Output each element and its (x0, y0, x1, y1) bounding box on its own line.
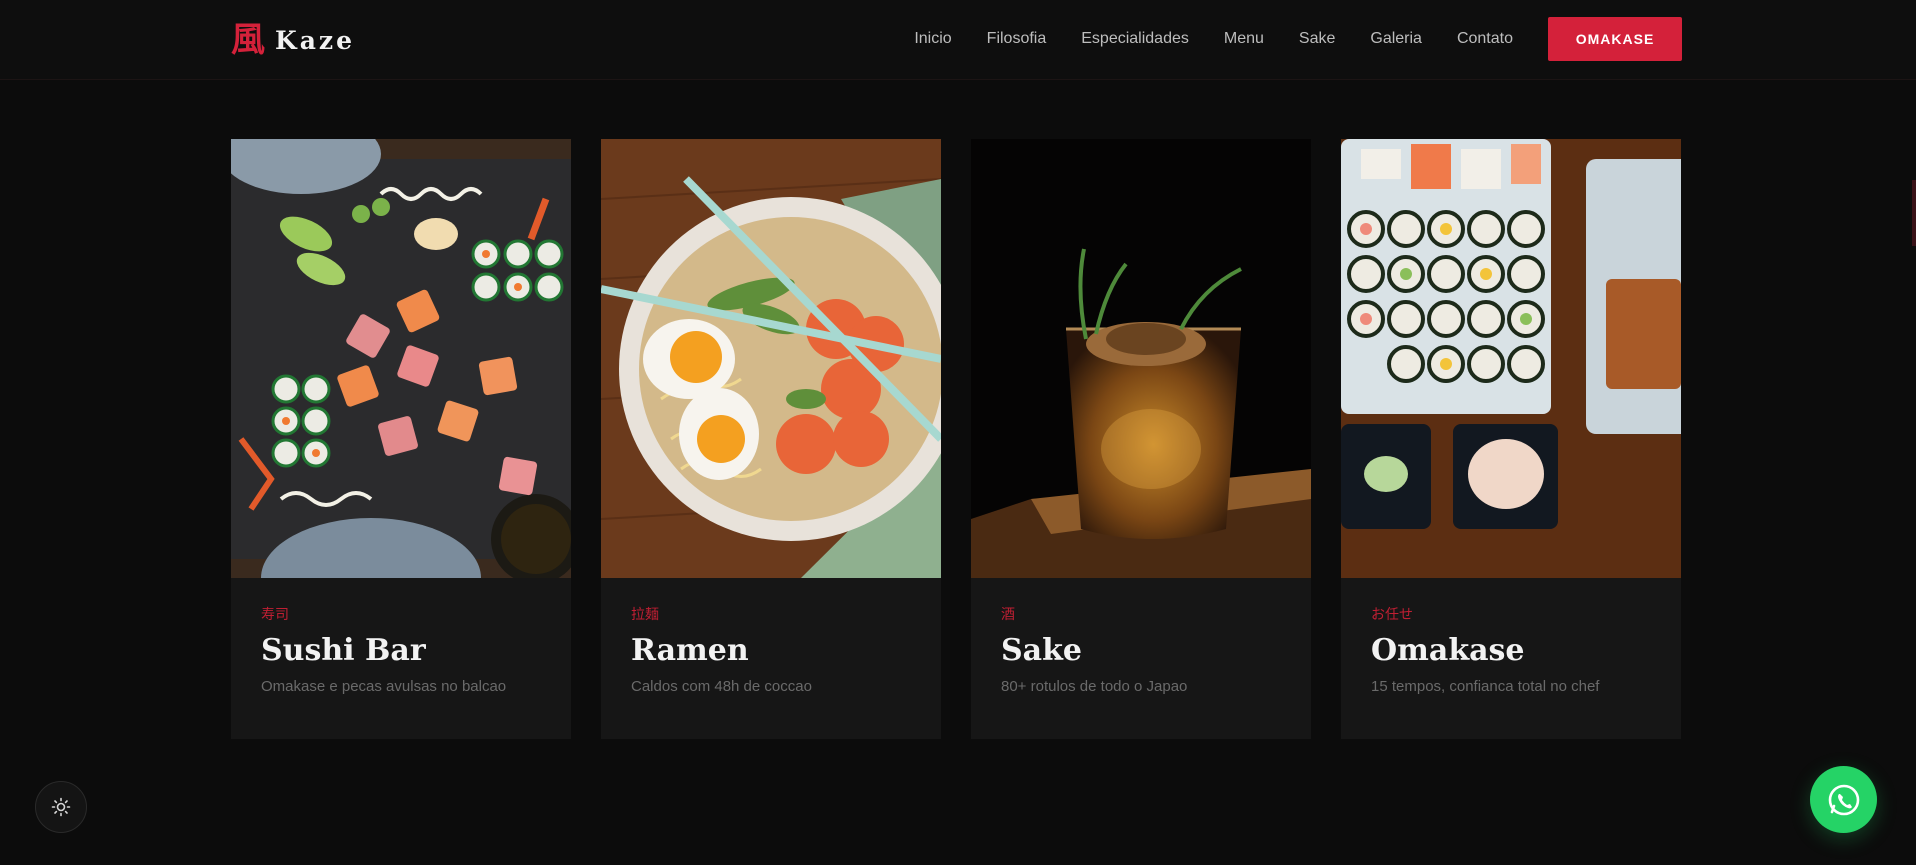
specialty-card-omakase[interactable]: お任せ Omakase 15 tempos, confianca total n… (1341, 139, 1681, 739)
card-description: 15 tempos, confianca total no chef (1371, 678, 1600, 695)
nav-item-menu[interactable]: Menu (1224, 30, 1264, 48)
whatsapp-icon (1828, 784, 1859, 815)
scroll-indicator (1912, 180, 1916, 246)
nav-item-filosofia[interactable]: Filosofia (987, 30, 1047, 48)
specialty-card-sake[interactable]: 酒 Sake 80+ rotulos de todo o Japao (971, 139, 1311, 739)
card-kanji: お任せ (1371, 607, 1413, 623)
logo[interactable]: 風 Kaze (231, 20, 355, 60)
logo-text: Kaze (275, 25, 356, 55)
card-title: Sake (1001, 633, 1082, 668)
theme-toggle-button[interactable] (35, 781, 87, 833)
card-title: Omakase (1371, 633, 1525, 668)
nav-item-galeria[interactable]: Galeria (1370, 30, 1422, 48)
card-body: 寿司 Sushi Bar Omakase e pecas avulsas no … (231, 578, 571, 695)
sushi-platter-photo (231, 139, 571, 578)
nav-item-especialidades[interactable]: Especialidades (1081, 30, 1189, 48)
card-description: Omakase e pecas avulsas no balcao (261, 678, 507, 695)
card-kanji: 拉麺 (631, 607, 659, 623)
card-title: Ramen (631, 633, 749, 668)
card-kanji: 酒 (1001, 607, 1015, 623)
sake-glass-photo (971, 139, 1311, 578)
nav-item-sake[interactable]: Sake (1299, 30, 1335, 48)
logo-mark: 風 (231, 20, 265, 60)
whatsapp-button[interactable] (1810, 766, 1877, 833)
specialty-card-ramen[interactable]: 拉麺 Ramen Caldos com 48h de coccao (601, 139, 941, 739)
omakase-button[interactable]: OMAKASE (1548, 17, 1682, 61)
main-nav: Inicio Filosofia Especialidades Menu Sak… (914, 17, 1682, 61)
sun-icon (51, 797, 71, 817)
specialties-grid: 寿司 Sushi Bar Omakase e pecas avulsas no … (231, 139, 1681, 739)
specialty-card-sushi[interactable]: 寿司 Sushi Bar Omakase e pecas avulsas no … (231, 139, 571, 739)
card-body: 酒 Sake 80+ rotulos de todo o Japao (971, 578, 1311, 695)
card-description: 80+ rotulos de todo o Japao (1001, 678, 1188, 695)
card-title: Sushi Bar (261, 633, 426, 668)
omakase-platters-photo (1341, 139, 1681, 578)
card-body: お任せ Omakase 15 tempos, confianca total n… (1341, 578, 1681, 695)
card-description: Caldos com 48h de coccao (631, 678, 812, 695)
site-header: 風 Kaze Inicio Filosofia Especialidades M… (0, 0, 1916, 80)
card-body: 拉麺 Ramen Caldos com 48h de coccao (601, 578, 941, 695)
ramen-bowl-photo (601, 139, 941, 578)
card-kanji: 寿司 (261, 607, 289, 623)
nav-item-contato[interactable]: Contato (1457, 30, 1513, 48)
nav-item-inicio[interactable]: Inicio (914, 30, 951, 48)
